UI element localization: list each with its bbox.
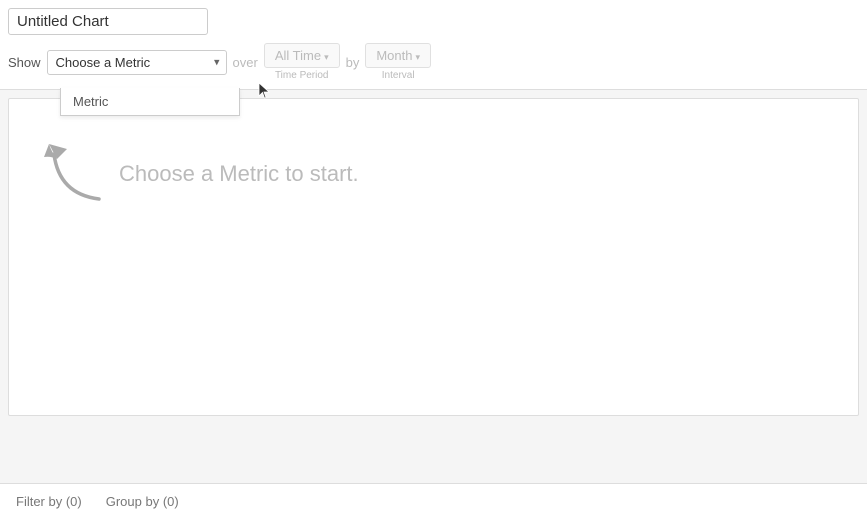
- filter-by-button[interactable]: Filter by (0): [16, 494, 82, 509]
- interval-button[interactable]: Month▾: [365, 43, 431, 68]
- time-period-button[interactable]: All Time▾: [264, 43, 340, 68]
- by-label: by: [346, 55, 360, 70]
- empty-message: Choose a Metric to start.: [119, 161, 359, 187]
- arrow-icon: [39, 129, 109, 209]
- interval-caret: ▾: [415, 52, 420, 62]
- show-label: Show: [8, 55, 41, 70]
- metric-select[interactable]: Choose a Metric: [47, 50, 227, 75]
- chart-area: Choose a Metric to start.: [8, 98, 859, 416]
- time-period-sub: Time Period: [275, 70, 329, 81]
- time-period-caret: ▾: [324, 52, 329, 62]
- footer: Filter by (0) Group by (0): [0, 483, 867, 519]
- over-label: over: [233, 55, 258, 70]
- chart-title-input[interactable]: [8, 8, 208, 35]
- metric-select-wrapper: Choose a Metric: [47, 50, 227, 75]
- metric-dropdown-hint: Metric: [60, 88, 240, 116]
- interval-sub: Interval: [382, 70, 415, 81]
- group-by-button[interactable]: Group by (0): [106, 494, 179, 509]
